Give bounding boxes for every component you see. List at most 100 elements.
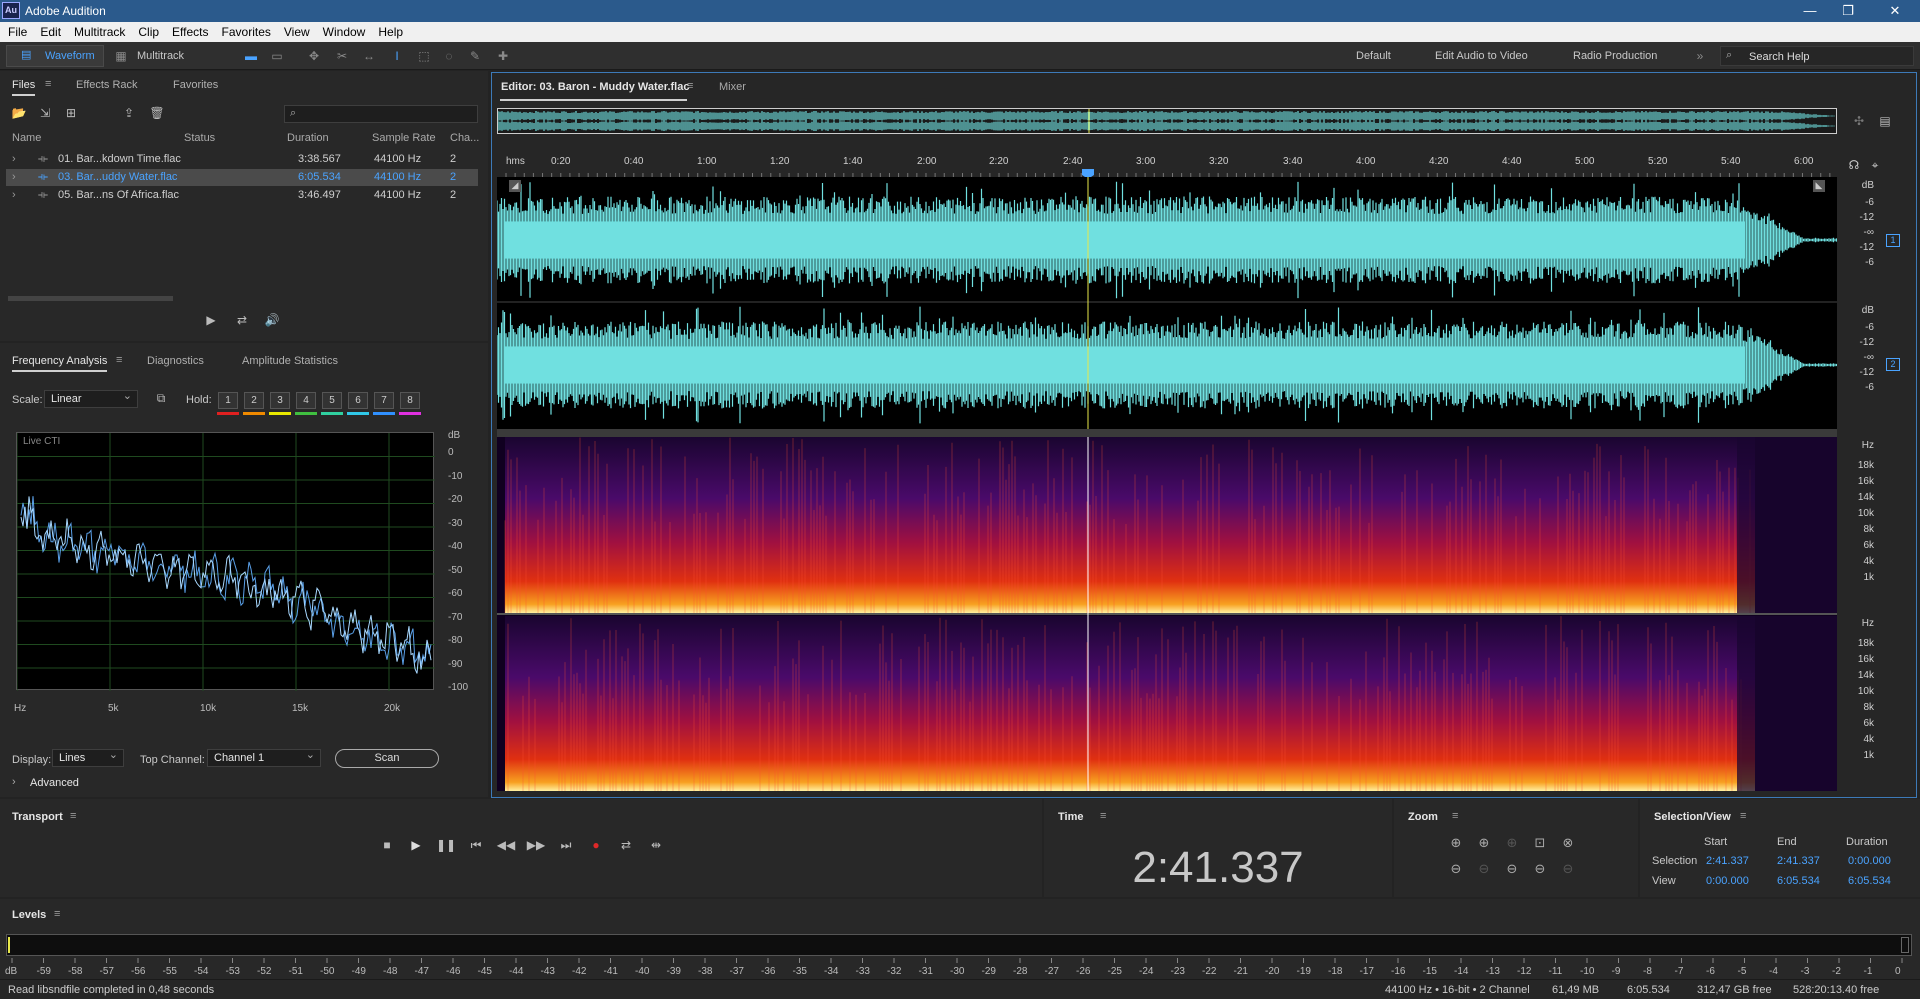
pin-icon[interactable]: ⌖ <box>1866 156 1884 174</box>
play-icon[interactable]: ▶ <box>406 838 426 854</box>
insert-multitrack-icon[interactable]: ⇪ <box>120 104 138 122</box>
expand-icon[interactable]: › <box>12 153 16 165</box>
editor-tab[interactable]: Editor: 03. Baron - Muddy Water.flac <box>501 81 689 93</box>
editor-menu-icon[interactable]: ≡ <box>687 80 693 92</box>
files-menu-icon[interactable]: ≡ <box>45 78 51 90</box>
waveform-display[interactable]: ◢ ◣ <box>496 177 1838 429</box>
search-help-field[interactable]: ⌕ Search Help <box>1720 46 1914 66</box>
menu-edit[interactable]: Edit <box>32 22 66 39</box>
move-tool-icon[interactable]: ✥ <box>305 47 323 65</box>
corner-handle-icon[interactable]: ◣ <box>1813 180 1825 192</box>
workspace-default[interactable]: Default <box>1356 47 1391 65</box>
col-name[interactable]: Name <box>12 132 41 144</box>
tab-favorites[interactable]: Favorites <box>173 79 218 91</box>
rewind-icon[interactable]: ◀◀ <box>496 838 516 854</box>
open-file-icon[interactable]: 📂 <box>10 104 28 122</box>
file-row[interactable]: › ⟛ 01. Bar...kdown Time.flac 3:38.567 4… <box>6 151 478 168</box>
zoom-out-point-icon[interactable]: ⊖ <box>1558 861 1578 879</box>
selection-end[interactable]: 2:41.337 <box>1777 855 1820 867</box>
hold-button-3[interactable]: 3 <box>270 392 290 409</box>
spot-healing-tool-icon[interactable]: ✚ <box>494 47 512 65</box>
zoom-to-selection-icon[interactable]: ⊡ <box>1530 835 1550 853</box>
menu-view[interactable]: View <box>276 22 315 39</box>
col-duration[interactable]: Duration <box>287 132 329 144</box>
clip-indicator[interactable] <box>1901 937 1909 953</box>
hold-button-2[interactable]: 2 <box>244 392 264 409</box>
advanced-chevron-icon[interactable]: › <box>12 776 16 788</box>
transport-menu-icon[interactable]: ≡ <box>70 810 76 822</box>
hold-button-1[interactable]: 1 <box>218 392 238 409</box>
record-icon[interactable]: ● <box>586 838 606 854</box>
tab-frequency-analysis[interactable]: Frequency Analysis <box>12 355 108 372</box>
zoom-menu-icon[interactable]: ≡ <box>1452 810 1458 822</box>
minimize-button[interactable]: — <box>1795 2 1825 20</box>
view-duration[interactable]: 6:05.534 <box>1848 875 1891 887</box>
hold-icon[interactable]: ⧉ <box>152 389 170 407</box>
view-end[interactable]: 6:05.534 <box>1777 875 1820 887</box>
lasso-tool-icon[interactable]: ◌ <box>440 47 458 65</box>
loop-preview-icon[interactable]: ⇄ <box>233 311 251 329</box>
levels-menu-icon[interactable]: ≡ <box>54 908 60 920</box>
zoom-navigator-icon[interactable]: ✣ <box>1850 112 1868 130</box>
hold-button-5[interactable]: 5 <box>322 392 342 409</box>
menu-help[interactable]: Help <box>370 22 408 39</box>
stop-icon[interactable]: ■ <box>377 838 397 854</box>
file-row[interactable]: › ⟛ 05. Bar...ns Of Africa.flac 3:46.497… <box>6 187 478 204</box>
headphones-icon[interactable]: ☊ <box>1845 156 1863 174</box>
tab-effects-rack[interactable]: Effects Rack <box>76 79 138 91</box>
selection-duration[interactable]: 0:00.000 <box>1848 855 1891 867</box>
tab-mixer[interactable]: Mixer <box>719 81 746 93</box>
channel-1-toggle[interactable]: 1 <box>1886 234 1900 247</box>
pause-icon[interactable]: ❚❚ <box>436 838 456 854</box>
skip-icon[interactable]: ⇹ <box>646 838 666 854</box>
top-channel-dropdown[interactable]: Channel 1 <box>207 748 321 767</box>
expand-icon[interactable]: › <box>12 171 16 183</box>
spectral-pitch-icon[interactable]: ▭ <box>268 47 286 65</box>
selection-start[interactable]: 2:41.337 <box>1706 855 1749 867</box>
workspace-edit-audio-to-video[interactable]: Edit Audio to Video <box>1435 47 1528 65</box>
close-button[interactable]: ✕ <box>1880 2 1910 20</box>
play-preview-icon[interactable]: ▶ <box>202 311 220 329</box>
slip-tool-icon[interactable]: ↔ <box>360 47 378 65</box>
loop-icon[interactable]: ⇄ <box>616 838 636 854</box>
view-divider[interactable] <box>497 429 1837 437</box>
zoom-in-time-icon[interactable]: ⊕ <box>1474 835 1494 853</box>
go-to-start-icon[interactable]: ⏮ <box>466 838 486 854</box>
zoom-in-point-icon[interactable]: ⊕ <box>1502 835 1522 853</box>
menu-window[interactable]: Window <box>315 22 371 39</box>
zoom-reset-icon[interactable]: ⊗ <box>1558 835 1578 853</box>
more-workspaces-icon[interactable]: » <box>1691 47 1709 65</box>
view-start[interactable]: 0:00.000 <box>1706 875 1749 887</box>
menu-effects[interactable]: Effects <box>164 22 213 39</box>
menu-favorites[interactable]: Favorites <box>214 22 276 39</box>
file-row[interactable]: › ⟛ 03. Bar...uddy Water.flac 6:05.534 4… <box>6 169 478 186</box>
corner-handle-icon[interactable]: ◢ <box>509 180 521 192</box>
zoom-out-time-icon[interactable]: ⊖ <box>1474 861 1494 879</box>
overview-bar[interactable] <box>497 108 1837 134</box>
scale-dropdown[interactable]: Linear <box>44 389 138 408</box>
tab-amplitude-statistics[interactable]: Amplitude Statistics <box>242 355 338 367</box>
time-menu-icon[interactable]: ≡ <box>1100 810 1106 822</box>
expand-icon[interactable]: › <box>12 189 16 201</box>
files-scrollbar[interactable] <box>8 296 173 301</box>
close-file-icon[interactable]: 🗑 <box>148 104 166 122</box>
multitrack-view-button[interactable]: Multitrack <box>137 47 184 65</box>
col-status[interactable]: Status <box>184 132 215 144</box>
spectrum-graph[interactable]: Live CTI <box>16 432 435 691</box>
advanced-toggle[interactable]: Advanced <box>30 777 79 789</box>
zoom-out-all-icon[interactable]: ⊖ <box>1530 861 1550 879</box>
hold-button-6[interactable]: 6 <box>348 392 368 409</box>
hold-button-7[interactable]: 7 <box>374 392 394 409</box>
workspace-radio-production[interactable]: Radio Production <box>1573 47 1657 65</box>
col-sample-rate[interactable]: Sample Rate <box>372 132 436 144</box>
zoom-out-full-icon[interactable]: ⊖ <box>1502 861 1522 879</box>
zoom-in-amplitude-icon[interactable]: ⊕ <box>1446 835 1466 853</box>
hold-button-8[interactable]: 8 <box>400 392 420 409</box>
time-selection-tool-icon[interactable]: I <box>388 47 406 65</box>
menu-clip[interactable]: Clip <box>130 22 164 39</box>
hold-button-4[interactable]: 4 <box>296 392 316 409</box>
waveform-view-button[interactable]: ▤ Waveform <box>6 45 104 67</box>
files-search-input[interactable]: ⌕ <box>284 105 478 123</box>
display-dropdown[interactable]: Lines <box>52 748 124 767</box>
go-to-end-icon[interactable]: ⏭ <box>556 838 576 854</box>
